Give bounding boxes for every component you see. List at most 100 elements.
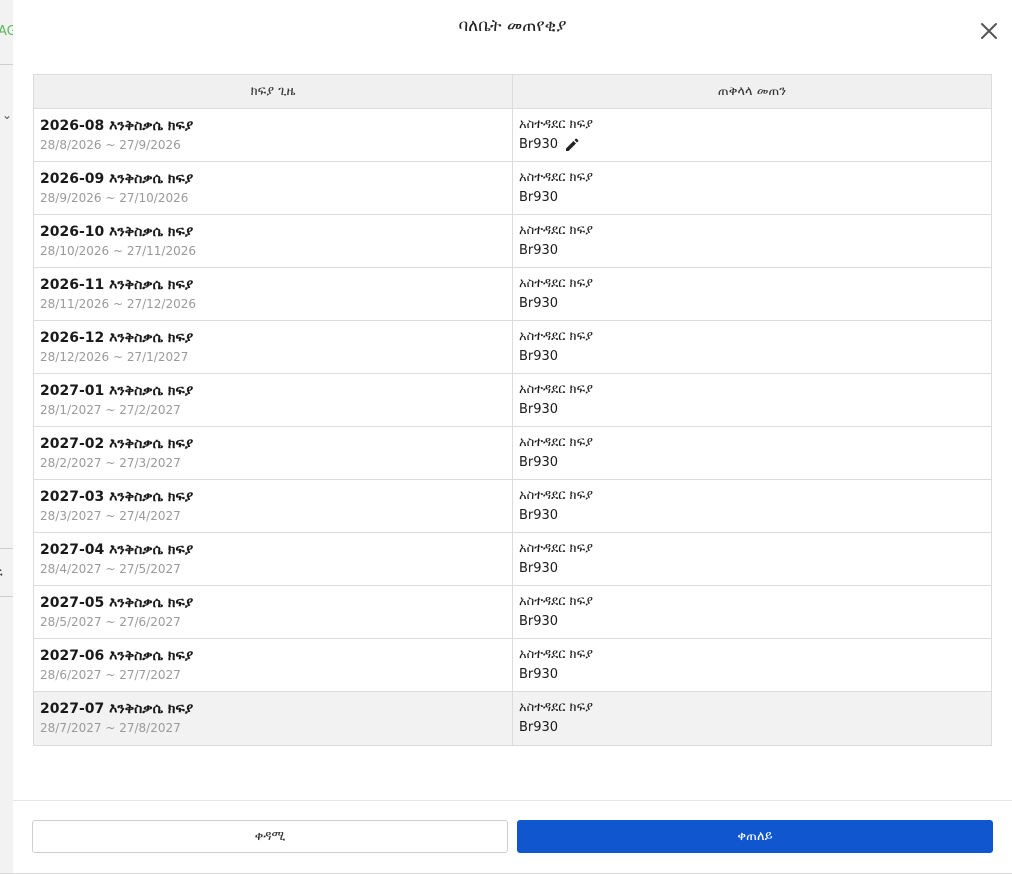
pencil-icon-graphic — [566, 138, 579, 151]
total-amount-cell: አስተዳደር ክፍያ Br930 — [512, 426, 991, 480]
fee-type-label: አስተዳደር ክፍያ — [519, 541, 594, 556]
fee-amount: Br930 — [519, 561, 559, 576]
payment-period-cell: 2027-03 እንቅስቃሴ ክፍያ 28/3/2027 ~ 27/4/2027 — [34, 479, 513, 533]
fee-amount-line: Br930 — [519, 506, 985, 526]
period-title: 2027-05 እንቅስቃሴ ክፍያ — [40, 595, 194, 611]
fee-amount: Br930 — [519, 667, 559, 682]
payment-period-cell: 2026-08 እንቅስቃሴ ክፍያ 28/8/2026 ~ 27/9/2026 — [34, 108, 513, 162]
period-date-range: 28/6/2027 ~ 27/7/2027 — [40, 668, 181, 682]
total-amount-cell: አስተዳደር ክፍያ Br930 — [512, 161, 991, 215]
table-row: 2027-04 እንቅስቃሴ ክፍያ 28/4/2027 ~ 27/5/2027 አ… — [34, 532, 991, 586]
fee-type-label: አስተዳደር ክፍያ — [519, 276, 594, 291]
close-button[interactable] — [978, 20, 1000, 42]
background-chevron-icon: ⌄ — [2, 108, 13, 122]
fee-amount: Br930 — [519, 402, 559, 417]
table-row: 2027-06 እንቅስቃሴ ክፍያ 28/6/2027 ~ 27/7/2027 አ… — [34, 638, 991, 692]
background-divider — [0, 596, 14, 597]
table-row: 2027-02 እንቅስቃሴ ክፍያ 28/2/2027 ~ 27/3/2027 አ… — [34, 426, 991, 480]
table-header-row: ክፍያ ጊዜ ጠቅላላ መጠን — [34, 75, 991, 109]
invoice-table: ክፍያ ጊዜ ጠቅላላ መጠን 2026-08 እንቅስቃሴ ክፍያ 28/8/2… — [33, 74, 992, 746]
fee-type-label: አስተዳደር ክፍያ — [519, 223, 594, 238]
period-date-range: 28/4/2027 ~ 27/5/2027 — [40, 562, 181, 576]
fee-amount-line: Br930 — [519, 241, 985, 261]
period-date-range: 28/7/2027 ~ 27/8/2027 — [40, 721, 181, 736]
payment-period-cell: 2027-05 እንቅስቃሴ ክፍያ 28/5/2027 ~ 27/6/2027 — [34, 585, 513, 639]
fee-type-label: አስተዳደር ክፍያ — [519, 594, 594, 609]
period-date-range: 28/11/2026 ~ 27/12/2026 — [40, 297, 197, 311]
payment-period-cell: 2027-06 እንቅስቃሴ ክፍያ 28/6/2027 ~ 27/7/2027 — [34, 638, 513, 692]
fee-amount: Br930 — [519, 455, 559, 470]
period-title: 2027-01 እንቅስቃሴ ክፍያ — [40, 383, 194, 399]
fee-amount-line: Br930 — [519, 400, 985, 420]
modal-footer: ቀዳሚ ቀጠለይ — [13, 800, 1012, 874]
period-title: 2027-02 እንቅስቃሴ ክፍያ — [40, 436, 194, 452]
modal-title: ባለቤት መጠየቂያ — [458, 16, 567, 36]
fee-type-label: አስተዳደር ክፍያ — [519, 329, 594, 344]
table-row: 2026-09 እንቅስቃሴ ክፍያ 28/9/2026 ~ 27/10/2026… — [34, 161, 991, 215]
fee-amount-line: Br930 — [519, 294, 985, 314]
fee-amount: Br930 — [519, 243, 559, 258]
pencil-icon[interactable] — [564, 137, 580, 153]
payment-period-cell: 2026-11 እንቅስቃሴ ክፍያ 28/11/2026 ~ 27/12/202… — [34, 267, 513, 321]
fee-amount-line: Br930 — [519, 188, 985, 208]
fee-type-label: አስተዳደር ክፍያ — [519, 117, 594, 132]
table-row: 2026-12 እንቅስቃሴ ክፍያ 28/12/2026 ~ 27/1/2027… — [34, 320, 991, 374]
fee-amount-line: Br930 — [519, 718, 985, 738]
background-text-fragment: AG — [0, 24, 14, 39]
total-amount-cell: አስተዳደር ክፍያ Br930 — [512, 585, 991, 639]
background-divider — [0, 548, 14, 549]
fee-amount-line: Br930 — [519, 559, 985, 579]
table-row: 2027-03 እንቅስቃሴ ክፍያ 28/3/2027 ~ 27/4/2027 አ… — [34, 479, 991, 533]
period-title: 2026-08 እንቅስቃሴ ክፍያ — [40, 118, 194, 134]
fee-amount-line: Br930 — [519, 135, 985, 155]
fee-type-label: አስተዳደር ክፍያ — [519, 382, 594, 397]
modal-header: ባለቤት መጠየቂያ — [13, 0, 1012, 58]
total-amount-cell: አስተዳደር ክፍያ Br930 — [512, 479, 991, 533]
fee-amount: Br930 — [519, 720, 559, 736]
period-date-range: 28/10/2026 ~ 27/11/2026 — [40, 244, 197, 258]
total-amount-cell: አስተዳደር ክፍያ Br930 — [512, 532, 991, 586]
table-body: 2026-08 እንቅስቃሴ ክፍያ 28/8/2026 ~ 27/9/2026 አ… — [34, 108, 991, 745]
fee-amount-line: Br930 — [519, 453, 985, 473]
table-row: 2027-07 እንቅስቃሴ ክፍያ 28/7/2027 ~ 27/8/2027 አ… — [34, 691, 991, 745]
column-header-payment-period: ክፍያ ጊዜ — [34, 75, 513, 109]
period-title: 2026-12 እንቅስቃሴ ክፍያ — [40, 330, 194, 346]
fee-amount: Br930 — [519, 190, 559, 205]
payment-period-cell: 2027-01 እንቅስቃሴ ክፍያ 28/1/2027 ~ 27/2/2027 — [34, 373, 513, 427]
period-date-range: 28/5/2027 ~ 27/6/2027 — [40, 615, 181, 629]
payment-period-cell: 2026-12 እንቅስቃሴ ክፍያ 28/12/2026 ~ 27/1/2027 — [34, 320, 513, 374]
next-button[interactable]: ቀጠለይ — [517, 820, 993, 853]
fee-amount: Br930 — [519, 137, 559, 152]
fee-amount: Br930 — [519, 614, 559, 629]
fee-type-label: አስተዳደር ክፍያ — [519, 170, 594, 185]
period-title: 2026-09 እንቅስቃሴ ክፍያ — [40, 171, 194, 187]
period-date-range: 28/8/2026 ~ 27/9/2026 — [40, 138, 181, 152]
fee-type-label: አስተዳደር ክፍያ — [519, 488, 594, 503]
period-title: 2027-07 እንቅስቃሴ ክፍያ — [40, 701, 194, 718]
total-amount-cell: አስተዳደር ክፍያ Br930 — [512, 638, 991, 692]
background-divider — [0, 64, 14, 65]
period-date-range: 28/2/2027 ~ 27/3/2027 — [40, 456, 181, 470]
previous-button[interactable]: ቀዳሚ — [32, 820, 508, 853]
fee-amount: Br930 — [519, 508, 559, 523]
period-date-range: 28/3/2027 ~ 27/4/2027 — [40, 509, 181, 523]
period-date-range: 28/12/2026 ~ 27/1/2027 — [40, 350, 189, 364]
column-header-total-amount: ጠቅላላ መጠን — [512, 75, 991, 109]
background-page: AG ⌄ ፍ — [0, 0, 14, 873]
fee-amount: Br930 — [519, 296, 559, 311]
total-amount-cell: አስተዳደር ክፍያ Br930 — [512, 108, 991, 162]
fee-amount-line: Br930 — [519, 612, 985, 632]
table-row: 2026-08 እንቅስቃሴ ክፍያ 28/8/2026 ~ 27/9/2026 አ… — [34, 108, 991, 162]
total-amount-cell: አስተዳደር ክፍያ Br930 — [512, 214, 991, 268]
period-date-range: 28/1/2027 ~ 27/2/2027 — [40, 403, 181, 417]
period-title: 2027-04 እንቅስቃሴ ክፍያ — [40, 542, 194, 558]
fee-type-label: አስተዳደር ክፍያ — [519, 435, 594, 450]
table-row: 2027-05 እንቅስቃሴ ክፍያ 28/5/2027 ~ 27/6/2027 አ… — [34, 585, 991, 639]
payment-period-cell: 2027-02 እንቅስቃሴ ክፍያ 28/2/2027 ~ 27/3/2027 — [34, 426, 513, 480]
total-amount-cell: አስተዳደር ክፍያ Br930 — [512, 373, 991, 427]
background-text-fragment: ፍ — [0, 566, 3, 581]
period-title: 2026-10 እንቅስቃሴ ክፍያ — [40, 224, 194, 240]
total-amount-cell: አስተዳደር ክፍያ Br930 — [512, 691, 991, 745]
payment-period-cell: 2027-04 እንቅስቃሴ ክፍያ 28/4/2027 ~ 27/5/2027 — [34, 532, 513, 586]
table-row: 2027-01 እንቅስቃሴ ክፍያ 28/1/2027 ~ 27/2/2027 አ… — [34, 373, 991, 427]
